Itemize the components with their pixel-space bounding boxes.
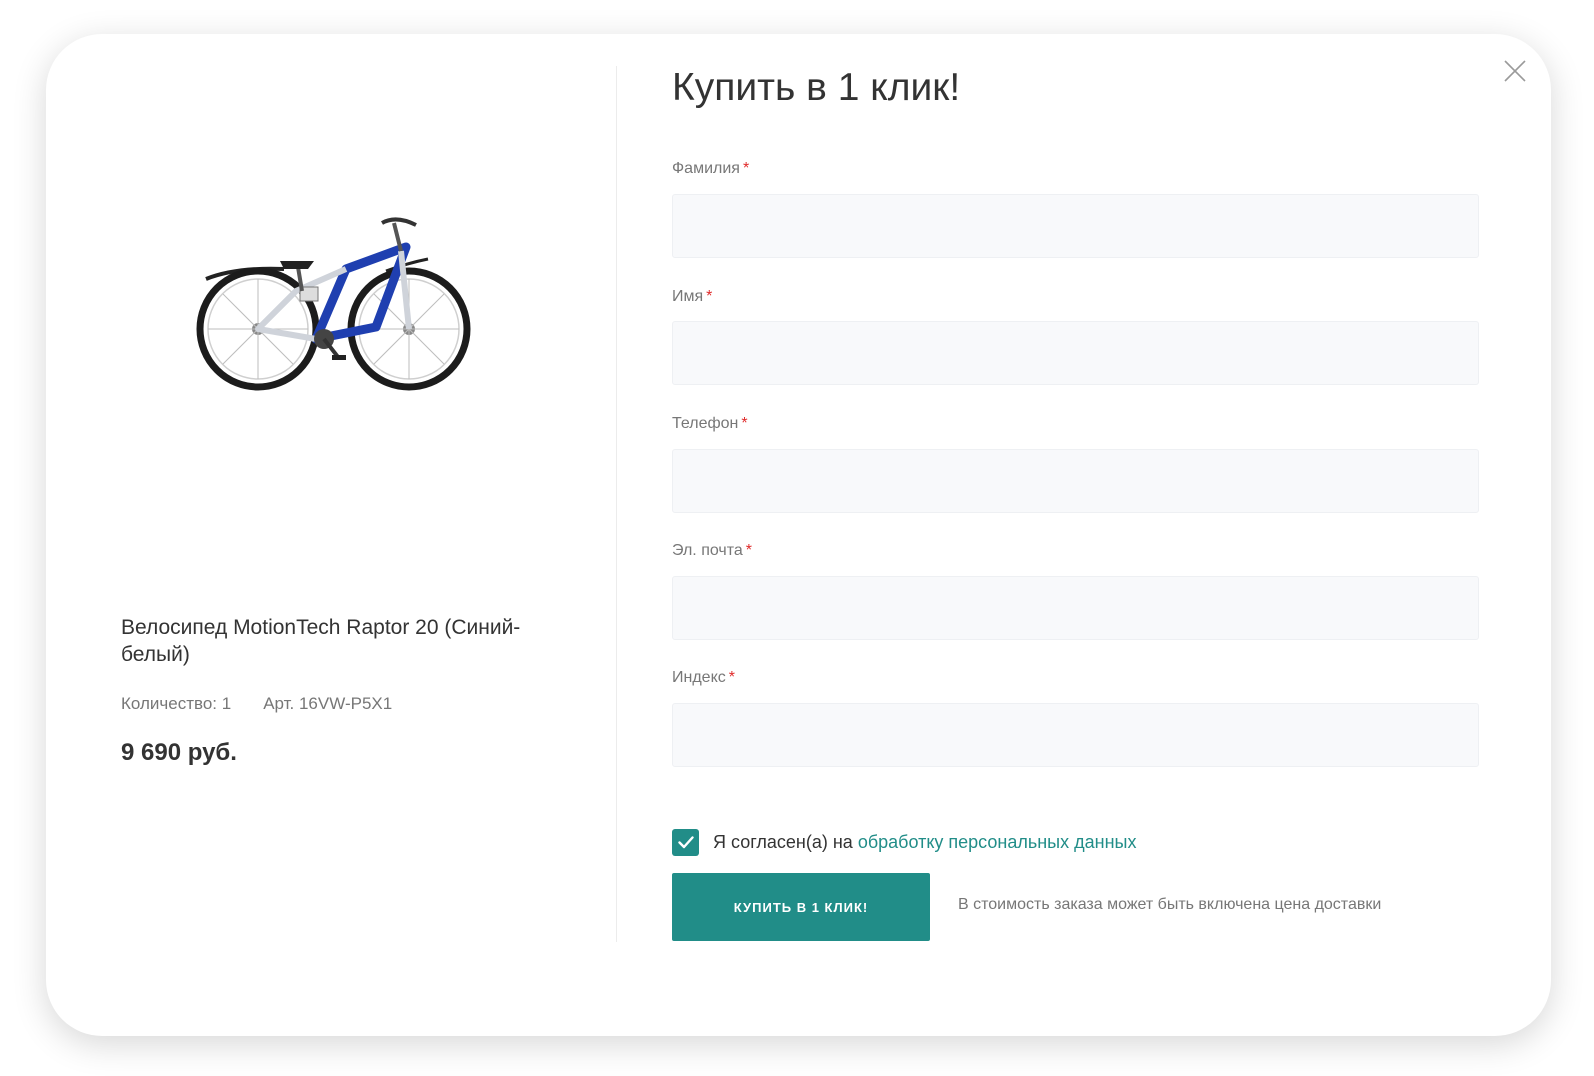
phone-field[interactable]: [672, 449, 1479, 513]
product-image[interactable]: [196, 209, 486, 409]
column-divider: [616, 66, 617, 942]
consent-checkbox[interactable]: [672, 829, 699, 856]
consent-text: Я согласен(а) на обработку персональных …: [713, 832, 1137, 852]
product-quantity: Количество: 1: [121, 694, 232, 713]
consent-row: Я согласен(а) на обработку персональных …: [672, 829, 1136, 856]
product-price: 9 690 руб.: [121, 739, 237, 766]
required-mark: *: [741, 415, 748, 432]
check-icon: [677, 836, 694, 849]
form-title: Купить в 1 клик!: [672, 66, 961, 109]
lastname-label: Фамилия *: [672, 160, 750, 177]
delivery-note: В стоимость заказа может быть включена ц…: [958, 896, 1382, 913]
product-article: Арт. 16VW-P5X1: [263, 694, 393, 713]
required-mark: *: [706, 288, 713, 305]
email-field[interactable]: [672, 576, 1479, 640]
zip-label: Индекс *: [672, 669, 735, 686]
product-meta: Количество: 1 Арт. 16VW-P5X1: [121, 694, 392, 714]
required-mark: *: [745, 542, 753, 559]
lastname-field[interactable]: [672, 194, 1479, 258]
required-mark: *: [742, 160, 750, 177]
product-title: Велосипед MotionTech Raptor 20 (Синий-бе…: [121, 616, 521, 666]
firstname-label: Имя *: [672, 288, 713, 305]
phone-label: Телефон *: [672, 415, 748, 432]
firstname-field[interactable]: [672, 321, 1479, 385]
zip-field[interactable]: [672, 703, 1479, 767]
buy-one-click-button[interactable]: Купить в 1 клик!: [672, 873, 930, 941]
product-panel: Велосипед MotionTech Raptor 20 (Синий-бе…: [46, 34, 618, 1036]
privacy-policy-link[interactable]: обработку персональных данных: [858, 832, 1137, 852]
email-label: Эл. почта *: [672, 542, 753, 559]
required-mark: *: [728, 669, 735, 686]
close-icon[interactable]: [1502, 58, 1528, 84]
